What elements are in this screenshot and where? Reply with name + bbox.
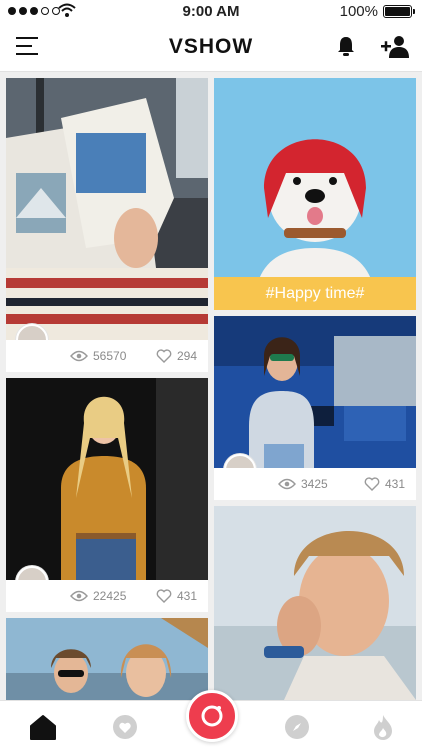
eye-icon (278, 478, 296, 490)
like-count: 431 (177, 589, 198, 603)
bell-icon[interactable] (336, 35, 356, 57)
eye-icon (70, 590, 88, 602)
tab-explore[interactable] (282, 712, 312, 742)
post-photo[interactable] (214, 78, 416, 310)
status-bar: 9:00 AM 100% (0, 0, 422, 22)
post-card[interactable]: 56570 294 (6, 78, 208, 372)
battery-percent: 100% (339, 3, 378, 20)
heart-icon (113, 715, 137, 739)
like-count: 294 (177, 349, 198, 363)
post-photo[interactable] (6, 78, 208, 340)
compass-icon (285, 715, 309, 739)
like-count: 431 (385, 477, 406, 491)
camera-icon (201, 705, 223, 727)
view-count: 56570 (93, 349, 127, 363)
flame-icon (374, 715, 392, 740)
app-title: VSHOW (168, 35, 254, 58)
view-count: 3425 (301, 477, 328, 491)
view-count: 22425 (93, 589, 127, 603)
battery-icon (383, 5, 415, 18)
tab-hot[interactable] (368, 712, 398, 742)
photo-feed[interactable]: 56570 294 #Happy time# 3425 431 22425 43… (0, 72, 422, 700)
post-card[interactable] (6, 618, 208, 700)
post-card[interactable] (214, 506, 416, 700)
post-photo[interactable] (6, 378, 208, 580)
tab-favorites[interactable] (110, 712, 140, 742)
post-card[interactable]: #Happy time# (214, 78, 416, 310)
post-stats: 22425 431 (6, 580, 208, 612)
heart-outline-icon[interactable] (156, 349, 172, 363)
add-user-icon[interactable] (380, 35, 410, 59)
post-stats: 3425 431 (214, 468, 416, 500)
heart-outline-icon[interactable] (364, 477, 380, 491)
tag-banner[interactable]: #Happy time# (214, 277, 416, 310)
post-photo[interactable] (6, 618, 208, 700)
post-stats: 56570 294 (6, 340, 208, 372)
post-photo[interactable] (214, 316, 416, 468)
post-card[interactable]: 22425 431 (6, 378, 208, 612)
tab-home[interactable] (28, 712, 58, 742)
eye-icon (70, 350, 88, 362)
post-photo[interactable] (214, 506, 416, 700)
post-card[interactable]: 3425 431 (214, 316, 416, 500)
nav-bar: VSHOW (0, 22, 422, 72)
heart-outline-icon[interactable] (156, 589, 172, 603)
camera-button[interactable] (186, 690, 238, 742)
home-icon (30, 715, 56, 740)
